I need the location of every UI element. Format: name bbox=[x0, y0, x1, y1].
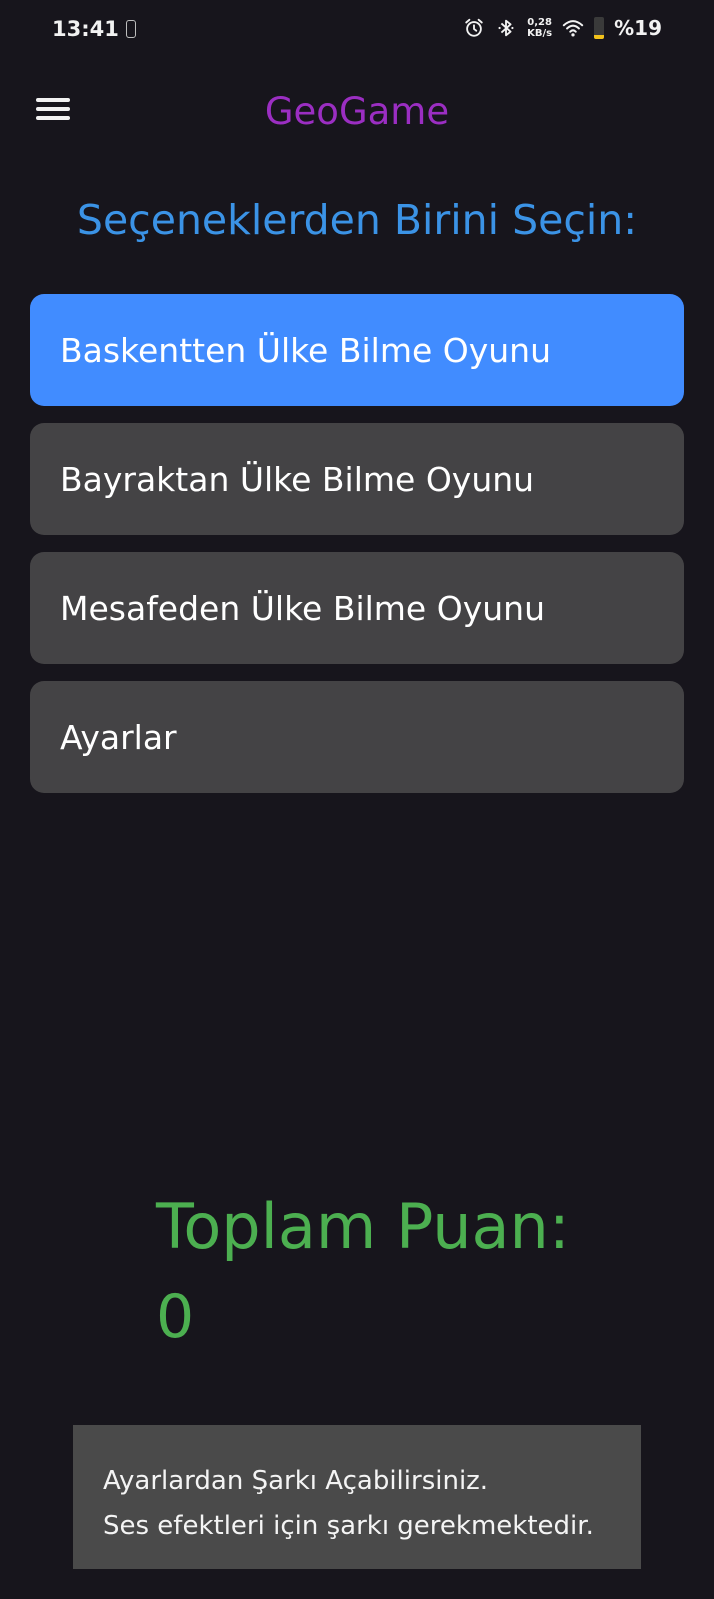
option-label: Baskentten Ülke Bilme Oyunu bbox=[60, 330, 552, 370]
phone-outline-icon bbox=[126, 20, 136, 38]
status-icons: 0,28 KB/s %19 bbox=[463, 16, 662, 40]
network-speed-value: 0,28 bbox=[527, 17, 552, 28]
game-options-list: Baskentten Ülke Bilme Oyunu Bayraktan Ül… bbox=[30, 294, 684, 810]
battery-icon bbox=[594, 17, 605, 39]
toast-message: Ayarlardan Şarkı Açabilirsiniz. Ses efek… bbox=[73, 1425, 641, 1569]
network-speed-unit: KB/s bbox=[527, 28, 553, 39]
app-title: GeoGame bbox=[264, 90, 450, 133]
toast-line-1: Ayarlardan Şarkı Açabilirsiniz. bbox=[103, 1466, 489, 1496]
status-bar: 13:41 0,28 KB/s %19 bbox=[0, 0, 714, 62]
toast-line-2: Ses efektleri için şarkı gerekmektedir. bbox=[103, 1511, 594, 1541]
option-label: Bayraktan Ülke Bilme Oyunu bbox=[60, 459, 535, 499]
option-settings-button[interactable]: Ayarlar bbox=[30, 681, 684, 793]
bluetooth-icon bbox=[498, 19, 514, 37]
wifi-icon bbox=[562, 20, 584, 37]
option-capital-game-button[interactable]: Baskentten Ülke Bilme Oyunu bbox=[30, 294, 684, 406]
battery-fill bbox=[594, 34, 605, 39]
app-bar: GeoGame bbox=[0, 70, 714, 154]
option-label: Ayarlar bbox=[60, 717, 177, 757]
total-score-value: 0 bbox=[156, 1282, 195, 1352]
option-distance-game-button[interactable]: Mesafeden Ülke Bilme Oyunu bbox=[30, 552, 684, 664]
selection-prompt: Seçeneklerden Birini Seçin: bbox=[76, 196, 638, 244]
battery-percentage: %19 bbox=[614, 16, 662, 40]
total-score-label: Toplam Puan: bbox=[156, 1190, 570, 1263]
status-time: 13:41 bbox=[52, 17, 119, 41]
network-speed: 0,28 KB/s bbox=[527, 17, 552, 39]
option-flag-game-button[interactable]: Bayraktan Ülke Bilme Oyunu bbox=[30, 423, 684, 535]
alarm-icon bbox=[465, 18, 483, 37]
option-label: Mesafeden Ülke Bilme Oyunu bbox=[60, 588, 545, 628]
